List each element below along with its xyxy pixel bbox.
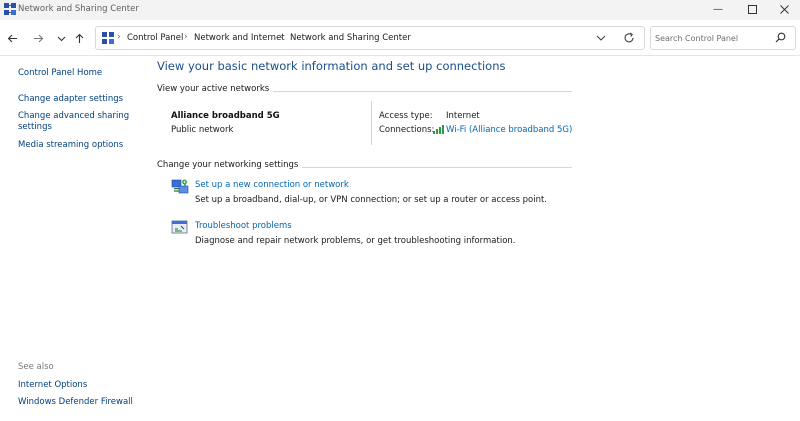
chevron-down-icon bbox=[57, 36, 65, 41]
search-icon[interactable] bbox=[775, 32, 786, 46]
refresh-button[interactable] bbox=[623, 31, 635, 48]
recent-locations-button[interactable] bbox=[52, 29, 70, 47]
wifi-signal-icon bbox=[433, 125, 444, 134]
breadcrumb-network-and-sharing-center[interactable]: Network and Sharing Center bbox=[290, 33, 411, 43]
network-category: Public network bbox=[171, 125, 234, 135]
page-title: View your basic network information and … bbox=[157, 59, 506, 73]
forward-button[interactable] bbox=[29, 29, 47, 47]
connections-label: Connections: bbox=[379, 125, 435, 135]
internet-options-link[interactable]: Internet Options bbox=[18, 380, 87, 391]
new-connection-icon bbox=[171, 179, 189, 194]
access-type-value: Internet bbox=[446, 111, 480, 121]
search-box[interactable] bbox=[650, 26, 796, 50]
arrow-left-icon bbox=[7, 34, 17, 42]
breadcrumb-control-panel[interactable]: Control Panel bbox=[127, 33, 183, 43]
troubleshoot-problems-description: Diagnose and repair network problems, or… bbox=[195, 236, 516, 246]
media-streaming-options-link[interactable]: Media streaming options bbox=[18, 140, 123, 151]
change-adapter-settings-link[interactable]: Change adapter settings bbox=[18, 94, 123, 105]
close-button[interactable] bbox=[766, 0, 800, 18]
troubleshoot-icon bbox=[171, 220, 188, 234]
access-type-label: Access type: bbox=[379, 111, 433, 121]
windows-defender-firewall-link[interactable]: Windows Defender Firewall bbox=[18, 397, 133, 408]
maximize-button[interactable] bbox=[734, 0, 770, 18]
control-panel-home-link[interactable]: Control Panel Home bbox=[18, 68, 102, 79]
control-panel-icon bbox=[102, 32, 114, 44]
active-networks-heading: View your active networks bbox=[157, 84, 274, 94]
arrow-up-icon bbox=[75, 33, 83, 43]
change-advanced-sharing-settings-link[interactable]: Change advanced sharing settings bbox=[18, 111, 138, 133]
breadcrumb-separator[interactable]: › bbox=[280, 32, 284, 42]
arrow-right-icon bbox=[33, 34, 43, 42]
network-name: Alliance broadband 5G bbox=[171, 111, 280, 121]
address-dropdown-button[interactable] bbox=[596, 31, 606, 48]
address-bar[interactable]: › Control Panel › Network and Internet ›… bbox=[95, 26, 645, 50]
breadcrumb-network-and-internet[interactable]: Network and Internet bbox=[194, 33, 285, 43]
maximize-icon bbox=[747, 4, 757, 14]
network-divider bbox=[371, 101, 372, 145]
networking-settings-heading: Change your networking settings bbox=[157, 160, 303, 170]
see-also-label: See also bbox=[18, 362, 54, 372]
breadcrumb-separator[interactable]: › bbox=[117, 32, 121, 42]
minimize-button[interactable]: — bbox=[700, 0, 736, 18]
setup-new-connection-description: Set up a broadband, dial-up, or VPN conn… bbox=[195, 195, 547, 205]
setup-new-connection-link[interactable]: Set up a new connection or network bbox=[195, 180, 349, 190]
up-button[interactable] bbox=[70, 29, 88, 47]
wifi-connection-link[interactable]: Wi-Fi (Alliance broadband 5G) bbox=[446, 125, 572, 135]
troubleshoot-problems-link[interactable]: Troubleshoot problems bbox=[195, 221, 292, 231]
refresh-icon bbox=[624, 32, 634, 43]
title-bar: Network and Sharing Center — bbox=[0, 0, 800, 20]
minimize-icon: — bbox=[713, 3, 723, 15]
navigation-bar: › Control Panel › Network and Internet ›… bbox=[0, 20, 800, 56]
back-button[interactable] bbox=[3, 29, 21, 47]
window-title: Network and Sharing Center bbox=[18, 4, 139, 14]
network-center-icon bbox=[4, 3, 16, 15]
search-input[interactable] bbox=[655, 31, 767, 46]
chevron-down-icon bbox=[596, 35, 606, 41]
close-icon bbox=[779, 4, 789, 14]
breadcrumb-separator[interactable]: › bbox=[184, 32, 188, 42]
